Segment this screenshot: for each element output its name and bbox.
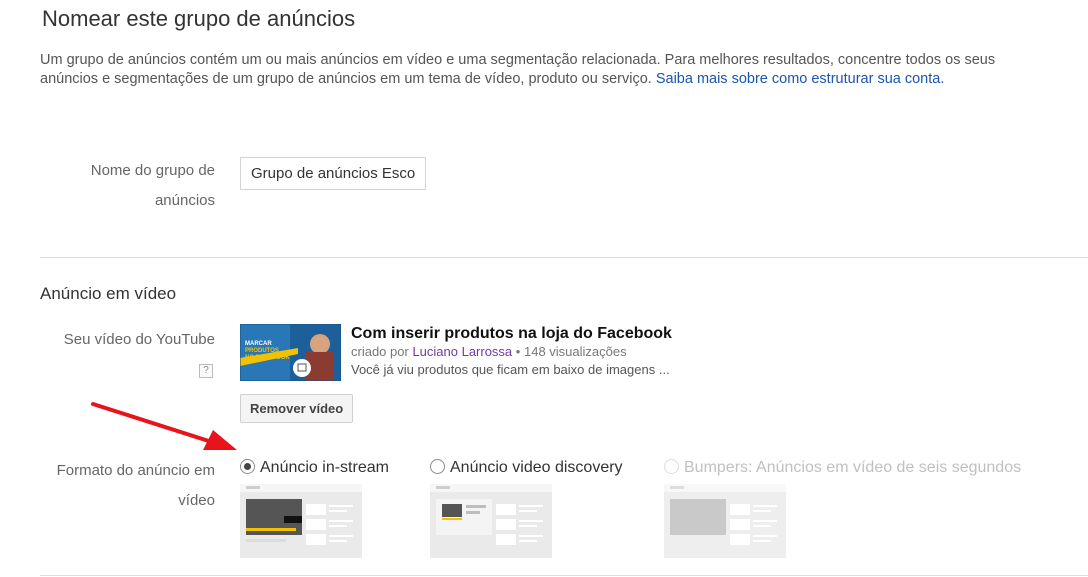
ad-format-label: Formato do anúncio em vídeo (56, 462, 215, 509)
created-by-prefix: criado por (351, 344, 409, 359)
thumbnail-caption: MARCAR PRODUTOS NO FACEBOOK (245, 341, 290, 362)
radio-disabled-icon (664, 459, 679, 474)
video-title[interactable]: Com inserir produtos na loja do Facebook (351, 325, 672, 343)
instream-diagram (240, 484, 362, 558)
discovery-diagram (430, 484, 552, 558)
radio-unselected-icon[interactable] (430, 459, 445, 474)
red-arrow-annotation (91, 402, 237, 450)
video-meta: criado por Luciano Larrossa • 148 visual… (351, 344, 627, 359)
radio-selected-icon[interactable] (240, 459, 255, 474)
help-icon[interactable]: ? (199, 364, 213, 378)
format-option-bumpers: Bumpers: Anúncios em vídeo de seis segun… (664, 459, 1021, 477)
bumpers-format-illustration (664, 484, 786, 558)
remove-video-button[interactable]: Remover vídeo (240, 394, 354, 423)
thumbnail-text-line: MARCAR (245, 341, 272, 347)
ad-group-name-input[interactable] (240, 157, 426, 190)
section-divider (40, 257, 1088, 258)
page-title: Nomear este grupo de anúncios (42, 6, 356, 31)
ad-group-name-label: Nome do grupo de anúncios (90, 162, 215, 209)
format-option-discovery[interactable]: Anúncio video discovery (430, 459, 623, 477)
thumbnail-text-line: PRODUTOS (245, 348, 279, 354)
video-snippet: Você já viu produtos que ficam em baixo … (351, 362, 670, 377)
bottom-divider (40, 575, 1088, 576)
meta-separator: • (515, 344, 521, 359)
video-ad-section-title: Anúncio em vídeo (40, 284, 177, 303)
format-option-label: Anúncio in-stream (260, 459, 389, 476)
discovery-format-illustration (430, 484, 552, 558)
bumpers-diagram (664, 484, 786, 558)
format-option-label: Anúncio video discovery (450, 459, 623, 476)
video-views: 148 visualizações (523, 344, 627, 359)
video-thumbnail[interactable]: MARCAR PRODUTOS NO FACEBOOK (240, 324, 341, 381)
instream-format-illustration (240, 484, 362, 558)
page-description: Um grupo de anúncios contém um ou mais a… (40, 51, 1040, 89)
youtube-video-label: Seu vídeo do YouTube (63, 331, 215, 348)
format-option-instream[interactable]: Anúncio in-stream (240, 459, 389, 477)
learn-more-link[interactable]: Saiba mais sobre como estruturar sua con… (656, 71, 945, 87)
video-author-link[interactable]: Luciano Larrossa (412, 344, 512, 359)
format-option-label: Bumpers: Anúncios em vídeo de seis segun… (684, 459, 1022, 476)
thumbnail-text-line: NO FACEBOOK (245, 355, 290, 361)
